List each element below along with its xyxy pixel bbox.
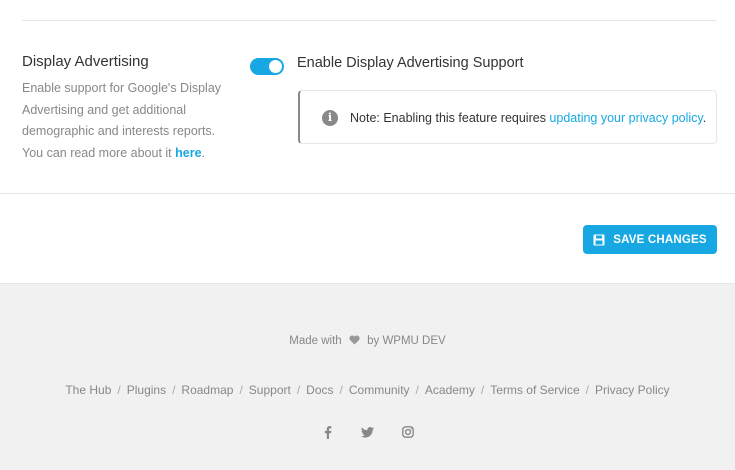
save-button-label: SAVE CHANGES xyxy=(613,233,707,246)
toggle-label: Enable Display Advertising Support xyxy=(297,55,524,71)
section-description: Enable support for Google's Display Adve… xyxy=(22,78,232,164)
footer-link-privacy[interactable]: Privacy Policy xyxy=(595,383,670,397)
privacy-notice: i Note: Enabling this feature requires u… xyxy=(298,90,717,144)
footer-link-academy[interactable]: Academy xyxy=(425,383,475,397)
made-with-suffix: by WPMU DEV xyxy=(367,335,446,347)
footer-link-roadmap[interactable]: Roadmap xyxy=(181,383,233,397)
section-title: Display Advertising xyxy=(22,53,149,70)
toggle-knob xyxy=(269,60,282,73)
display-advertising-toggle[interactable] xyxy=(250,58,284,75)
footer-separator: / xyxy=(117,383,121,397)
top-divider xyxy=(22,20,717,21)
save-changes-button[interactable]: SAVE CHANGES xyxy=(583,225,717,254)
settings-panel: Display Advertising Enable support for G… xyxy=(0,0,735,284)
footer-separator: / xyxy=(480,383,485,397)
notice-text: Note: Enabling this feature requires upd… xyxy=(350,109,706,127)
footer-link-the-hub[interactable]: The Hub xyxy=(65,383,111,397)
footer-separator: / xyxy=(172,383,176,397)
footer-link-community[interactable]: Community xyxy=(349,383,410,397)
notice-suffix: . xyxy=(702,111,707,125)
heart-icon xyxy=(349,335,360,345)
notice-message: Note: Enabling this feature requires xyxy=(350,111,550,125)
actions-divider xyxy=(0,193,735,194)
social-links xyxy=(0,425,735,439)
instagram-icon[interactable] xyxy=(401,425,415,439)
footer-link-plugins[interactable]: Plugins xyxy=(127,383,166,397)
footer-separator: / xyxy=(585,383,589,397)
footer-link-terms[interactable]: Terms of Service xyxy=(490,383,579,397)
section-label-column: Display Advertising Enable support for G… xyxy=(22,52,232,164)
facebook-icon[interactable] xyxy=(321,425,335,439)
info-icon: i xyxy=(322,110,338,126)
made-with-credit: Made with by WPMU DEV xyxy=(0,333,735,349)
made-with-prefix: Made with xyxy=(289,335,342,347)
footer-link-support[interactable]: Support xyxy=(249,383,291,397)
twitter-icon[interactable] xyxy=(361,425,375,439)
footer-nav: The Hub / Plugins / Roadmap / Support / Docs / Com… xyxy=(0,381,735,399)
floppy-disk-icon xyxy=(593,234,605,245)
privacy-policy-link[interactable]: updating your privacy policy xyxy=(549,111,702,125)
footer-separator: / xyxy=(415,383,419,397)
footer-separator: / xyxy=(296,383,301,397)
read-more-link[interactable]: here xyxy=(175,146,201,160)
footer-separator: / xyxy=(339,383,343,397)
description-period: . xyxy=(201,145,206,160)
footer-link-docs[interactable]: Docs xyxy=(306,383,333,397)
footer-separator: / xyxy=(239,383,243,397)
